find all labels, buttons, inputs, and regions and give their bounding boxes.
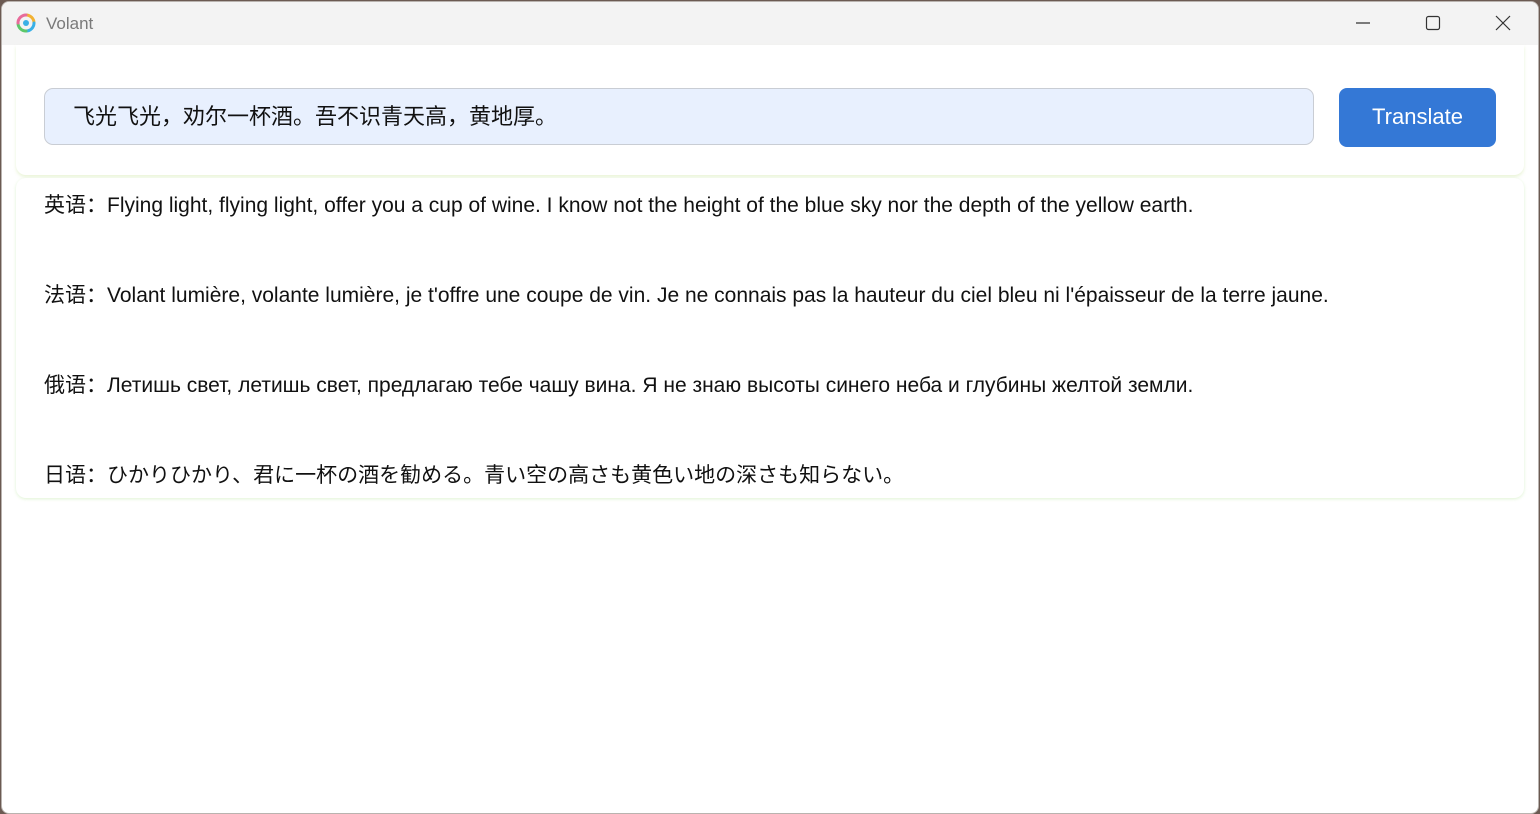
result-row-russian: 俄语：Летишь свет, летишь свет, предлагаю т… (44, 371, 1193, 401)
volant-logo-icon (16, 13, 36, 33)
result-text: Volant lumière, volante lumière, je t'of… (107, 284, 1329, 307)
result-text: ひかりひかり、君に一杯の酒を勧める。青い空の高さも黄色い地の深さも知らない。 (107, 464, 905, 487)
result-row-french: 法语：Volant lumière, volante lumière, je t… (44, 281, 1329, 311)
window-title: Volant (46, 14, 94, 33)
result-text: Летишь свет, летишь свет, предлагаю тебе… (107, 374, 1194, 397)
maximize-icon (1425, 15, 1441, 31)
close-icon (1495, 15, 1511, 31)
source-text-input[interactable]: 飞光飞光，劝尔一杯酒。吾不识青天高，黄地厚。 (44, 88, 1314, 145)
result-language-label: 英语： (44, 194, 107, 217)
result-language-label: 法语： (44, 284, 107, 307)
result-row-japanese: 日语：ひかりひかり、君に一杯の酒を勧める。青い空の高さも黄色い地の深さも知らない… (44, 461, 904, 491)
results-panel: 英语：Flying light, flying light, offer you… (16, 178, 1524, 498)
result-language-label: 日语： (44, 464, 107, 487)
close-button[interactable] (1468, 2, 1538, 45)
minimize-icon (1356, 22, 1370, 24)
app-window: Volant 飞光飞光，劝尔一杯酒。吾不识青天高，黄地厚。 Translate … (1, 1, 1539, 814)
result-row-english: 英语：Flying light, flying light, offer you… (44, 191, 1193, 221)
result-text: Flying light, flying light, offer you a … (107, 194, 1194, 217)
result-language-label: 俄语： (44, 374, 107, 397)
translate-button[interactable]: Translate (1339, 88, 1496, 147)
input-panel: 飞光飞光，劝尔一杯酒。吾不识青天高，黄地厚。 Translate (16, 45, 1524, 175)
minimize-button[interactable] (1328, 2, 1398, 45)
title-bar[interactable]: Volant (2, 2, 1538, 45)
maximize-button[interactable] (1398, 2, 1468, 45)
